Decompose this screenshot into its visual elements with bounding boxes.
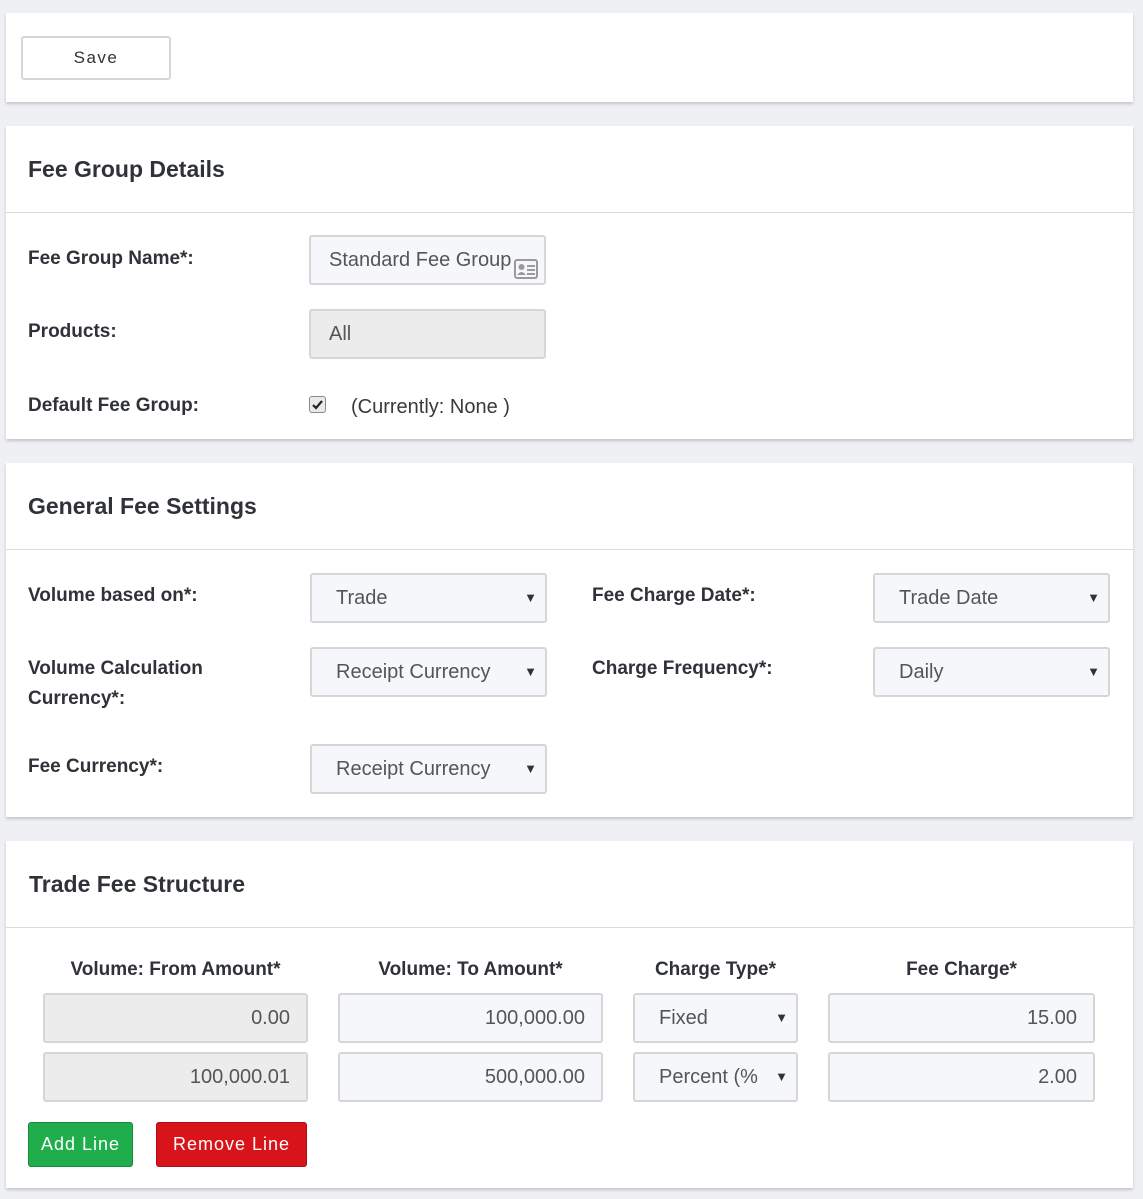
column-header-from-amount: Volume: From Amount*: [70, 959, 281, 980]
caret-down-icon: ▼: [1087, 664, 1100, 679]
caret-down-icon: ▼: [524, 590, 537, 605]
volume-based-select[interactable]: Trade ▼: [310, 573, 547, 623]
row-2-from-amount: 100,000.01: [43, 1052, 308, 1102]
remove-line-label: Remove Line: [172, 1134, 291, 1154]
volume-calc-currency-label-line-2: Currency*:: [28, 688, 126, 709]
fee-currency-select[interactable]: Receipt Currency ▼: [310, 744, 547, 794]
fee-charge-date-select[interactable]: Trade Date ▼: [873, 573, 1110, 623]
default-fee-group-label: Default Fee Group:: [28, 395, 200, 416]
row-2-charge-type-select[interactable]: Percent (% ▼: [633, 1052, 798, 1102]
charge-type-value: Percent (%: [659, 1066, 758, 1088]
row-1-to-amount-input[interactable]: 100,000.00: [338, 993, 603, 1043]
row-1-charge-type-select[interactable]: Fixed ▼: [633, 993, 798, 1043]
add-line-label: Add Line: [40, 1134, 121, 1154]
products-field: All: [309, 309, 546, 359]
charge-type-value: Fixed: [659, 1007, 708, 1029]
fee-group-name-label: Fee Group Name*:: [28, 248, 194, 269]
column-header-to-amount: Volume: To Amount*: [378, 959, 563, 980]
charge-frequency-label: Charge Frequency*:: [592, 658, 773, 679]
fee-charge-date-value: Trade Date: [899, 587, 999, 609]
row-2-fee-charge-input[interactable]: 2.00: [828, 1052, 1095, 1102]
general-fee-settings-card: General Fee Settings Volume based on*: T…: [6, 463, 1133, 817]
fee-group-details-header: Fee Group Details: [6, 126, 1133, 213]
caret-down-icon: ▼: [524, 761, 537, 776]
contact-card-icon: [514, 250, 538, 283]
row-1-from-amount: 0.00: [43, 993, 308, 1043]
volume-calc-currency-label: Volume Calculation Currency*:: [28, 654, 203, 714]
charge-frequency-value: Daily: [899, 661, 944, 683]
default-fee-group-note: (Currently: None ): [351, 396, 510, 418]
charge-frequency-select[interactable]: Daily ▼: [873, 647, 1110, 697]
column-header-charge-type: Charge Type*: [654, 959, 777, 980]
section-title: Trade Fee Structure: [29, 870, 246, 897]
volume-calc-currency-label-line-1: Volume Calculation: [28, 658, 203, 679]
products-value: All: [329, 323, 352, 345]
general-fee-settings-header: General Fee Settings: [6, 463, 1133, 550]
caret-down-icon: ▼: [1087, 590, 1100, 605]
fee-group-name-input[interactable]: Standard Fee Group: [309, 235, 546, 285]
from-amount-value: 100,000.01: [189, 1066, 290, 1088]
remove-line-button[interactable]: Remove Line: [156, 1122, 307, 1167]
add-line-button[interactable]: Add Line: [28, 1122, 133, 1167]
column-header-fee-charge: Fee Charge*: [906, 959, 1017, 980]
default-fee-group-checkbox[interactable]: [309, 396, 326, 413]
volume-based-label: Volume based on*:: [28, 585, 198, 606]
section-title: Fee Group Details: [28, 155, 225, 182]
fee-charge-value: 15.00: [1026, 1007, 1077, 1029]
caret-down-icon: ▼: [524, 664, 537, 679]
fee-currency-label: Fee Currency*:: [28, 756, 164, 777]
trade-fee-structure-card: Trade Fee Structure Volume: From Amount*…: [6, 841, 1133, 1188]
volume-calc-currency-value: Receipt Currency: [336, 661, 491, 683]
section-title: General Fee Settings: [28, 492, 257, 519]
fee-charge-date-label: Fee Charge Date*:: [592, 585, 756, 606]
checkbox-checked-icon: [312, 400, 323, 410]
save-button[interactable]: Save: [21, 36, 171, 80]
to-amount-value: 100,000.00: [484, 1007, 585, 1029]
fee-group-details-card: Fee Group Details Fee Group Name*: Stand…: [6, 126, 1133, 439]
fee-currency-value: Receipt Currency: [336, 758, 491, 780]
volume-based-value: Trade: [336, 587, 388, 609]
save-button-label: Save: [73, 48, 119, 67]
caret-down-icon: ▼: [775, 1010, 788, 1025]
volume-calc-currency-select[interactable]: Receipt Currency ▼: [310, 647, 547, 697]
caret-down-icon: ▼: [772, 1054, 788, 1100]
from-amount-value: 0.00: [251, 1007, 290, 1029]
row-2-to-amount-input[interactable]: 500,000.00: [338, 1052, 603, 1102]
fee-charge-value: 2.00: [1038, 1066, 1077, 1088]
toolbar-card: Save: [6, 13, 1133, 102]
trade-fee-structure-header: Trade Fee Structure: [6, 841, 1133, 928]
row-1-fee-charge-input[interactable]: 15.00: [828, 993, 1095, 1043]
to-amount-value: 500,000.00: [484, 1066, 585, 1088]
products-label: Products:: [28, 321, 117, 342]
fee-group-name-value: Standard Fee Group: [329, 249, 512, 271]
